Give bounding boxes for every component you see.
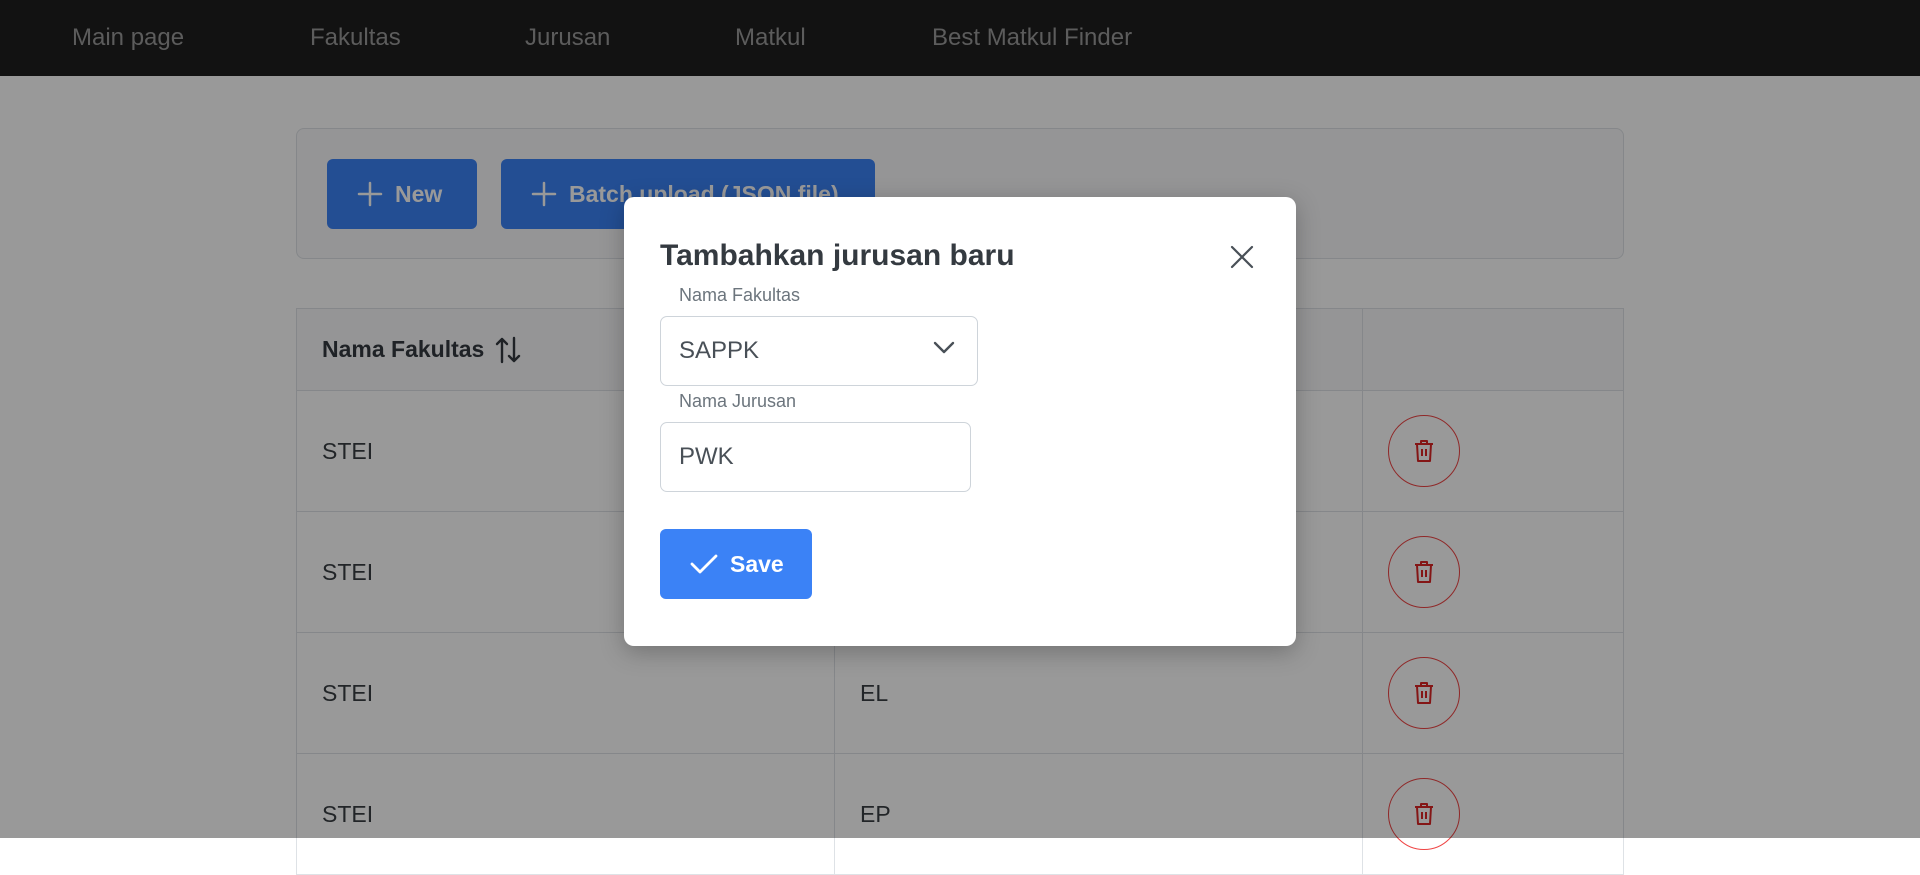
- check-icon: [690, 554, 718, 574]
- save-button-label: Save: [730, 550, 784, 577]
- add-jurusan-modal: Tambahkan jurusan baru Nama Fakultas SAP…: [624, 197, 1296, 646]
- modal-title: Tambahkan jurusan baru: [660, 239, 1015, 272]
- fakultas-select[interactable]: SAPPK: [660, 316, 978, 386]
- chevron-down-icon: [933, 341, 955, 354]
- fakultas-selected-value: SAPPK: [679, 337, 760, 364]
- jurusan-label: Nama Jurusan: [679, 391, 797, 411]
- fakultas-label: Nama Fakultas: [679, 285, 801, 305]
- save-button[interactable]: Save: [660, 529, 812, 599]
- close-button[interactable]: [1220, 235, 1264, 279]
- jurusan-input[interactable]: [660, 422, 971, 492]
- close-icon: [1230, 245, 1254, 269]
